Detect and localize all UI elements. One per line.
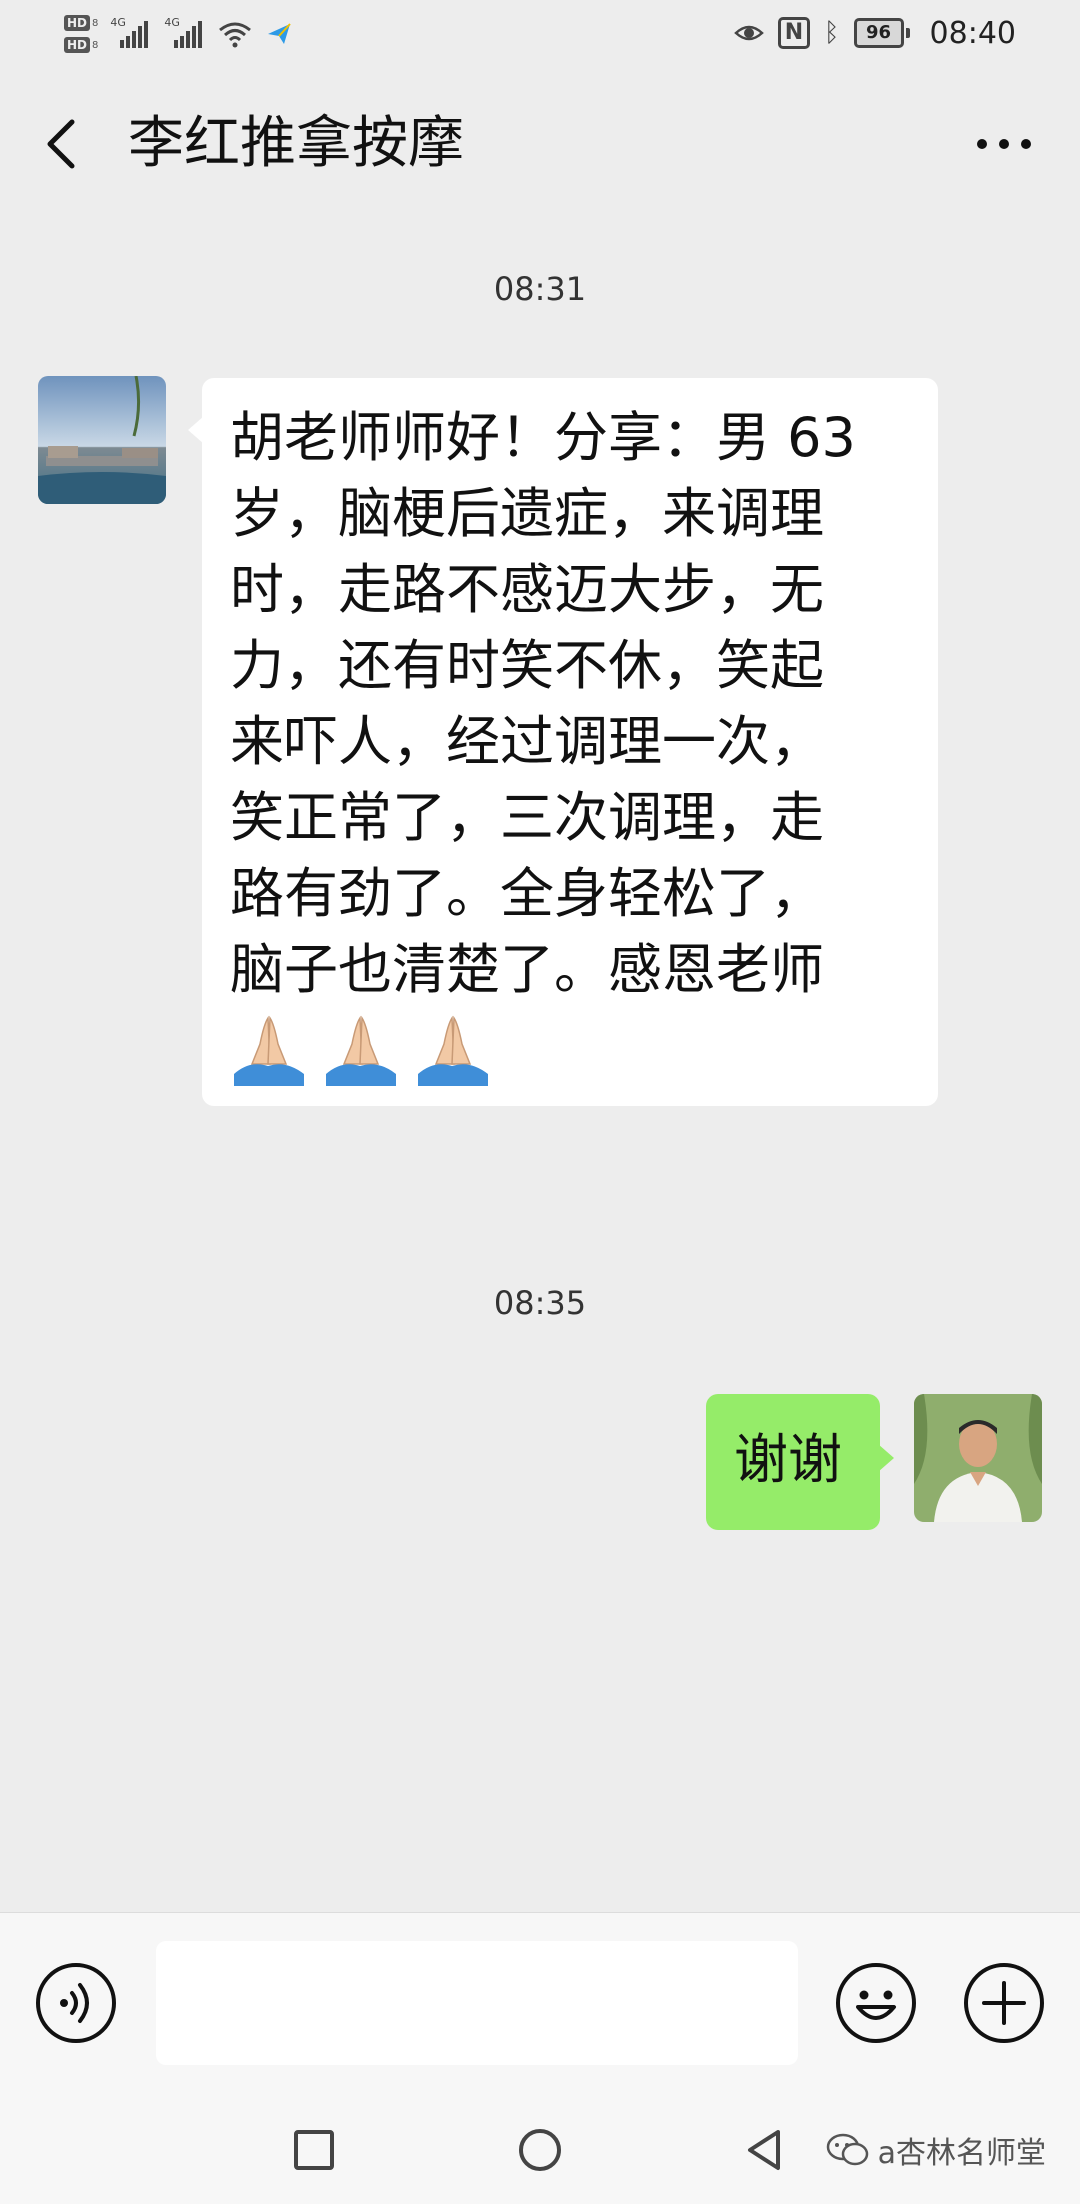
hd-indicators: HD 8 HD 8 [64,15,98,53]
status-right: N ᛒ 96 08:40 [734,8,1016,58]
recent-apps-icon[interactable] [290,2126,338,2174]
chat-header: 李红推拿按摩 [0,80,1080,206]
chat-title: 李红推拿按摩 [128,111,464,176]
status-left: HD 8 HD 8 4G 4G [64,6,294,62]
bluetooth-icon: ᛒ [823,18,840,48]
emoji-icon[interactable] [834,1961,918,2045]
battery-icon: 96 [853,18,910,48]
message-text: 谢谢 [734,1428,842,1491]
status-time: 08:40 [929,15,1016,51]
status-bar: HD 8 HD 8 4G 4G N ᛒ 96 08:40 [0,0,1080,66]
message-timestamp: 08:35 [493,1284,587,1322]
incoming-message-bubble[interactable]: 胡老师师好！分享：男 63 岁，脑梗后遗症，来调理 时，走路不感迈大步，无 力，… [188,378,938,1106]
back-nav-icon[interactable] [740,2126,788,2174]
more-options-icon[interactable] [974,136,1034,152]
voice-input-icon[interactable] [34,1961,118,2045]
message-text: 胡老师师好！分享：男 63 岁，脑梗后遗症，来调理 时，走路不感迈大步，无 力，… [230,406,856,1001]
signal-icon: 4G [110,16,152,48]
back-arrow-icon[interactable] [42,116,82,172]
home-icon[interactable] [516,2126,564,2174]
eye-icon [734,25,764,41]
nfc-icon: N [777,17,810,49]
hd-indicator-1: HD 8 [64,15,98,31]
message-timestamp: 08:31 [493,270,587,308]
add-more-icon[interactable] [962,1961,1046,2045]
signal-icon-2: 4G [164,16,206,48]
folded-hands-icon [234,1015,304,1086]
message-input[interactable] [156,1941,798,2065]
wifi-icon [219,22,252,48]
watermark: a杏林名师堂 [826,2128,1046,2172]
contact-avatar[interactable] [38,376,166,504]
watermark-text: a杏林名师堂 [877,2136,1046,2171]
wechat-icon [826,2133,868,2166]
folded-hands-icon [418,1015,488,1086]
outgoing-message-bubble[interactable]: 谢谢 [706,1394,894,1530]
self-avatar[interactable] [914,1394,1042,1522]
send-arrow-icon [268,23,292,44]
hd-indicator-2: HD 8 [64,37,98,53]
input-bar [0,1912,1080,2093]
emoji-row [230,1014,916,1086]
folded-hands-icon [326,1015,396,1086]
system-nav-bar: a杏林名师堂 [0,2092,1080,2204]
